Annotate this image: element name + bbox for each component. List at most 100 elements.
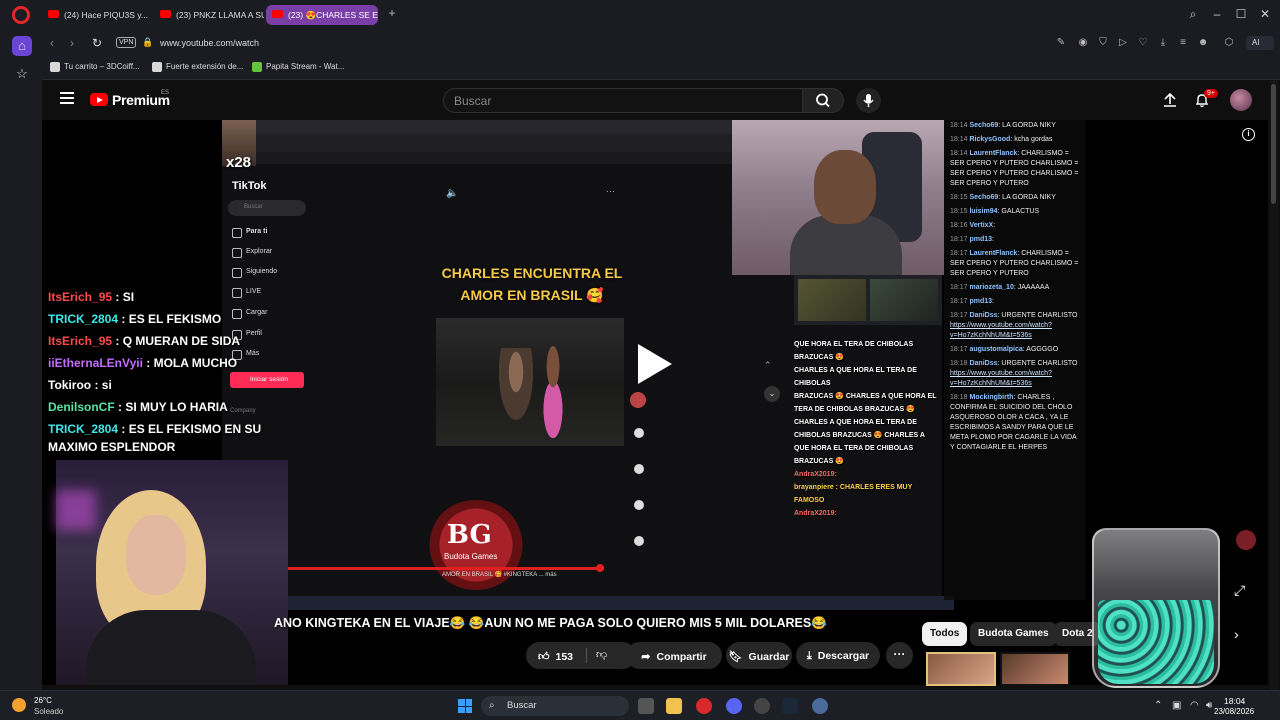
download-icon[interactable]: ⤓	[1156, 37, 1170, 48]
chat-message: 18:17 pmd13:	[950, 236, 994, 243]
lock-icon: 🔒	[142, 37, 154, 47]
right-chat-column: 18:14 Secho69: LA GORDA NIKY 18:14 Ricky…	[944, 120, 1086, 600]
forward-icon[interactable]: ›	[70, 36, 74, 50]
region-label: ES	[161, 90, 170, 96]
search-tabs-icon[interactable]: ⌕	[1186, 8, 1200, 20]
tab-label: (23) 😍CHARLES SE ENTE	[288, 10, 378, 20]
like-count: 153	[555, 651, 574, 663]
settings-badge-icon[interactable]	[1236, 530, 1256, 550]
opera-menu-icon[interactable]	[12, 6, 30, 24]
menu-icon[interactable]: ≡	[1176, 37, 1190, 48]
streamer-body	[790, 215, 902, 275]
obs-icon[interactable]	[754, 698, 770, 714]
taskbar-search[interactable]: Buscar	[481, 696, 629, 716]
chip-budota-games[interactable]: Budota Games	[970, 622, 1057, 646]
edit-icon[interactable]: ✎	[1054, 37, 1068, 48]
profile-icon[interactable]: ☻	[1196, 37, 1210, 48]
neon-light	[56, 490, 96, 530]
chevron-down-icon: ⌄	[764, 386, 780, 402]
fullscreen-icon[interactable]: ⤢	[1234, 582, 1245, 599]
speaker-icon[interactable]: 🔊︎	[1206, 700, 1212, 711]
settings-gear-icon[interactable]	[812, 698, 828, 714]
hamburger-menu-icon[interactable]	[60, 92, 74, 104]
account-avatar[interactable]	[1230, 89, 1252, 111]
back-icon[interactable]: ‹	[50, 36, 54, 50]
close-window-icon[interactable]: ✕	[1258, 8, 1272, 20]
maximize-icon[interactable]: ☐	[1234, 8, 1248, 20]
tab-1[interactable]: (24) Hace PIQU3S y...	[42, 5, 152, 25]
play-icon[interactable]: ▷	[1116, 37, 1130, 48]
url-field[interactable]: www.youtube.com/watch	[160, 38, 259, 48]
extension-icon[interactable]: ⬡	[1222, 37, 1236, 48]
glass-jar-overlay	[1092, 528, 1220, 688]
wifi-icon[interactable]: ◠	[1190, 700, 1199, 711]
tray-chevron-icon[interactable]: ⌃	[1154, 700, 1162, 711]
info-icon[interactable]: i	[1242, 128, 1255, 141]
clip-title: CHARLES ENCUENTRA EL AMOR EN BRASIL 🥰	[441, 265, 623, 303]
bookmark-2[interactable]: Fuerte extensión de...	[152, 62, 243, 72]
new-tab-icon[interactable]: +	[386, 7, 398, 20]
bookmarks-star-icon[interactable]: ☆	[14, 66, 30, 82]
weather-desc[interactable]: Soleado	[34, 707, 63, 716]
bookmark-1[interactable]: Tu carrito – 3DCoiff...	[50, 62, 140, 72]
discord-icon[interactable]	[726, 698, 742, 714]
steam-icon[interactable]	[782, 698, 798, 714]
video-player[interactable]: x28 TikTok Buscar Para ti Explorar Sigui…	[42, 120, 1268, 685]
shield-icon[interactable]: ⛉	[1096, 37, 1110, 48]
tt-nav-for-you: Para ti	[231, 228, 268, 238]
recommended-thumbnail[interactable]	[926, 652, 996, 686]
search-input[interactable]	[454, 93, 774, 109]
opera-browser-icon[interactable]	[696, 698, 712, 714]
heart-icon[interactable]: ♡	[1136, 37, 1150, 48]
download-label: Descargar	[817, 650, 870, 662]
bookmark-3[interactable]: Papita Stream - Wat...	[252, 62, 344, 72]
ai-button[interactable]: AI	[1246, 36, 1274, 50]
facecam-right	[732, 120, 944, 275]
scrollbar-thumb[interactable]	[1271, 84, 1276, 204]
weather-temp[interactable]: 26°C	[34, 696, 52, 705]
share-label: Compartir	[656, 651, 707, 663]
recommended-thumbnail[interactable]	[1000, 652, 1070, 686]
volume-icon: 🔈	[446, 188, 459, 199]
minimize-icon[interactable]: –	[1210, 8, 1224, 20]
voice-search-button[interactable]	[856, 88, 881, 113]
tab-2[interactable]: (23) PNKZ LLAMA A SU VI	[154, 5, 264, 25]
download-icon: ⤓	[806, 650, 812, 662]
search-button[interactable]	[802, 88, 844, 113]
person-man	[496, 348, 536, 428]
mid-chat-overlay: QUE HORA EL TERA DE CHIBOLAS BRAZUCAS 😍 …	[792, 338, 942, 598]
like-button[interactable]: 👍︎ 153	[526, 642, 636, 669]
tray-app-icon[interactable]: ▣	[1172, 700, 1181, 711]
chevron-right-icon[interactable]: ›	[1234, 626, 1239, 642]
facecam-left	[56, 460, 288, 685]
clock-date[interactable]: 23/08/2026	[1214, 707, 1254, 716]
task-view-icon[interactable]	[638, 698, 654, 714]
bg-logo-text: BG	[447, 520, 492, 550]
chat-message: 18:17 pmd13:	[950, 298, 994, 305]
chat-line: DenilsonCF : SI MUY LO HARIA	[48, 400, 228, 414]
browser-tab-bar: (24) Hace PIQU3S y... (23) PNKZ LLAMA A …	[0, 0, 1280, 30]
microphone-icon	[863, 94, 874, 107]
bookmarks-bar: Tu carrito – 3DCoiff... Fuerte extensión…	[42, 56, 1280, 80]
more-actions-button[interactable]: ···	[886, 642, 913, 669]
file-explorer-icon[interactable]	[666, 698, 682, 714]
mid-chat-line: CHARLES A QUE HORA EL TERA DE CHIBOLAS	[794, 367, 917, 387]
share-button[interactable]: ➦ Compartir	[626, 642, 722, 669]
windows-start-icon[interactable]	[458, 699, 472, 713]
tab-3-active[interactable]: (23) 😍CHARLES SE ENTE	[266, 5, 378, 25]
youtube-logo-icon[interactable]	[90, 93, 108, 106]
create-upload-icon[interactable]	[1162, 92, 1178, 108]
play-icon[interactable]	[638, 344, 672, 384]
clock-time[interactable]: 18:04	[1224, 696, 1245, 706]
dislike-icon[interactable]: 👎︎	[596, 648, 607, 661]
bg-logo-subtext: Budota Games	[444, 552, 498, 561]
camera-icon[interactable]: ◉	[1076, 37, 1090, 48]
download-button[interactable]: ⤓ Descargar	[796, 642, 880, 669]
home-icon[interactable]: ⌂	[12, 36, 32, 56]
weather-sun-icon[interactable]	[12, 698, 26, 712]
vpn-badge[interactable]: VPN	[116, 37, 137, 48]
chip-all[interactable]: Todos	[922, 622, 968, 646]
save-button[interactable]: 🔖︎ Guardar	[726, 642, 792, 669]
streamer-body	[86, 610, 256, 685]
reload-icon[interactable]: ↻	[92, 36, 102, 50]
